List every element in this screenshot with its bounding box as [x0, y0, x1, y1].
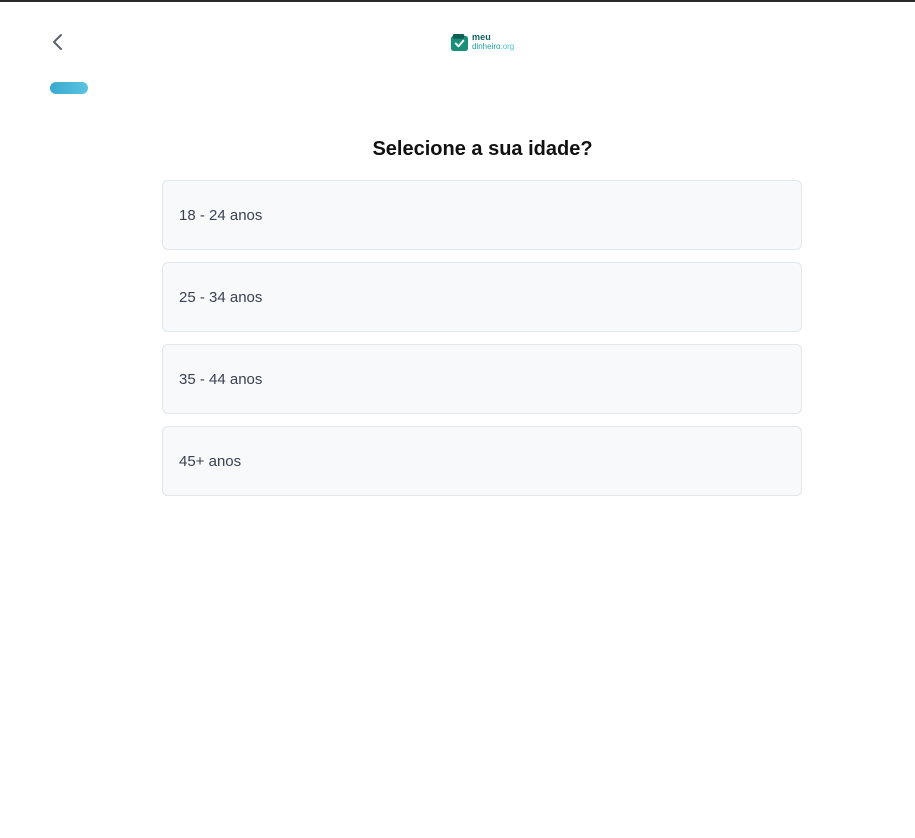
logo-text-bottom: dinheiro.org — [472, 43, 514, 51]
chevron-left-icon — [53, 34, 62, 50]
age-option-35-44[interactable]: 35 - 44 anos — [162, 344, 802, 414]
option-label: 25 - 34 anos — [179, 288, 263, 306]
wallet-check-icon — [450, 33, 469, 51]
age-option-45-plus[interactable]: 45+ anos — [162, 426, 802, 496]
top-border — [0, 0, 915, 2]
age-option-25-34[interactable]: 25 - 34 anos — [162, 262, 802, 332]
age-options-list: 18 - 24 anos 25 - 34 anos 35 - 44 anos 4… — [162, 180, 802, 508]
logo-text-main: dinheiro — [472, 42, 501, 51]
option-label: 35 - 44 anos — [179, 370, 263, 388]
back-button[interactable] — [44, 28, 72, 56]
progress-bar — [50, 82, 88, 94]
brand-logo: meu dinheiro.org — [450, 31, 514, 53]
option-label: 18 - 24 anos — [179, 206, 263, 224]
logo-text-top: meu — [472, 32, 491, 42]
option-label: 45+ anos — [179, 452, 242, 470]
logo-text-suffix: .org — [500, 42, 515, 51]
age-option-18-24[interactable]: 18 - 24 anos — [162, 180, 802, 250]
question-title: Selecione a sua idade? — [372, 138, 593, 160]
